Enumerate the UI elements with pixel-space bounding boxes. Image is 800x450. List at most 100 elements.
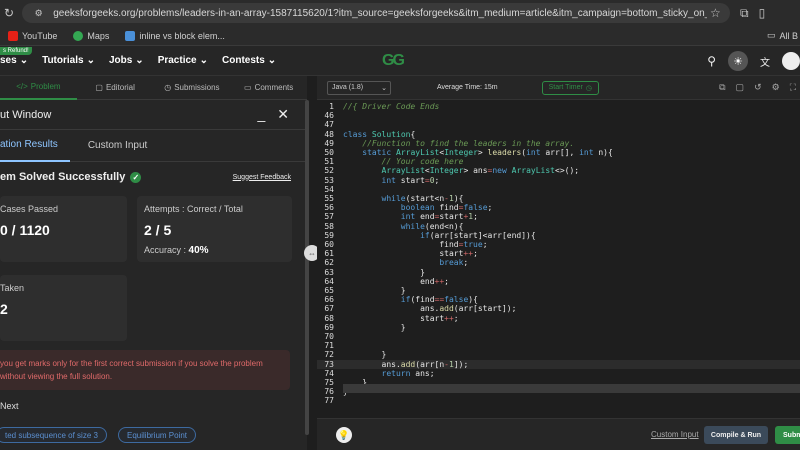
line-number: 53 (324, 175, 334, 185)
code-line[interactable]: 74 return ans; (317, 369, 800, 378)
code-line[interactable]: 68 start++; (317, 314, 800, 323)
search-icon[interactable]: ⚲ (707, 54, 716, 68)
code-line[interactable]: 63 } (317, 268, 800, 277)
code-text: int end=start+1; (400, 212, 478, 222)
code-line[interactable]: 77 (317, 396, 800, 405)
line-number: 48 (324, 129, 334, 139)
start-timer-button[interactable]: Start Timer ◷ (541, 80, 599, 95)
line-number: 62 (324, 258, 334, 268)
code-line[interactable]: 54 (317, 185, 800, 194)
nav-contests[interactable]: Contests ⌄ (222, 55, 276, 66)
code-line[interactable]: 59 if(arr[start]<arr[end]){ (317, 231, 800, 240)
tab-compilation-results[interactable]: ation Results (0, 130, 70, 162)
code-text: class Solution{ (343, 129, 416, 139)
code-line[interactable]: 48 class Solution{ (317, 130, 800, 139)
code-line[interactable]: 64 end++; (317, 277, 800, 286)
next-problem-chip[interactable]: ted subsequence of size 3 (0, 427, 107, 443)
minimize-icon[interactable]: _ (257, 106, 265, 123)
bookmark-label: YouTube (22, 30, 58, 41)
next-problem-chip[interactable]: Equilibrium Point (118, 427, 197, 443)
line-number: 67 (324, 304, 334, 314)
code-line[interactable]: 51 // Your code here (317, 157, 800, 166)
compile-run-button[interactable]: Compile & Run (704, 426, 768, 444)
code-line[interactable]: 69 } (317, 323, 800, 332)
all-bookmarks[interactable]: ▭ All B (767, 30, 800, 41)
fullscreen-icon[interactable]: ⛶ (790, 82, 796, 93)
code-line[interactable]: 65 } (317, 286, 800, 295)
header-actions: ⚲ ☀ 文 (707, 46, 800, 76)
suggest-feedback-link[interactable]: Suggest Feedback (233, 174, 291, 181)
reload-icon[interactable]: ↻ (0, 6, 18, 20)
language-select[interactable]: Java (1.8) ⌄ (327, 80, 391, 95)
nav-jobs[interactable]: Jobs ⌄ (109, 55, 144, 66)
line-number: 76 (324, 387, 334, 397)
refund-badge[interactable]: s Refund! (0, 47, 32, 55)
bookmark-youtube[interactable]: YouTube (8, 30, 58, 41)
custom-input-link[interactable]: Custom Input (651, 430, 699, 439)
code-line[interactable]: 56 boolean find=false; (317, 203, 800, 212)
avatar[interactable] (782, 52, 800, 70)
address-bar[interactable]: ⚙ geeksforgeeks.org/problems/leaders-in-… (22, 3, 730, 23)
nav-tutorials[interactable]: Tutorials ⌄ (42, 55, 95, 66)
nav-label: Jobs (108, 55, 133, 66)
site-info-icon[interactable]: ⚙ (30, 8, 47, 19)
bookmark-star-icon[interactable]: ☆ (707, 6, 724, 20)
code-line[interactable]: 66 if(find==false){ (317, 295, 800, 304)
code-line[interactable]: 62 break; (317, 258, 800, 267)
submit-button[interactable]: Subm (775, 426, 800, 444)
nav-practice[interactable]: Practice ⌄ (158, 55, 208, 66)
bookmarks-bar: YouTube Maps inline vs block elem... ▭ A… (0, 26, 800, 46)
code-line[interactable]: 57 int end=start+1; (317, 212, 800, 221)
code-line[interactable]: 58 while(end<n){ (317, 222, 800, 231)
line-number: 1 (329, 102, 334, 111)
document-icon: ▢ (95, 83, 103, 92)
sidebar-icon[interactable]: ▯ (759, 6, 766, 21)
lightbulb-icon[interactable]: 💡 (336, 427, 352, 443)
bookmark-inline-block[interactable]: inline vs block elem... (125, 30, 225, 41)
code-line[interactable]: 73 ans.add(arr[n-1]); (317, 359, 800, 369)
next-label: Next (0, 401, 19, 411)
tab-submissions[interactable]: ◷ Submissions (154, 76, 231, 100)
line-number: 59 (324, 230, 334, 240)
tab-comments[interactable]: ▭ Comments (230, 76, 307, 100)
code-line[interactable]: 70 (317, 332, 800, 341)
code-text: start++; (343, 313, 459, 323)
tab-problem[interactable]: </> Problem (0, 76, 77, 100)
close-icon[interactable]: ✕ (277, 106, 289, 123)
code-line[interactable]: 61 start++; (317, 249, 800, 258)
tab-custom-input[interactable]: Custom Input (76, 130, 159, 162)
code-line[interactable]: 71 (317, 341, 800, 350)
code-line[interactable]: 1 //{ Driver Code Ends (317, 102, 800, 111)
gfg-logo[interactable]: GG (382, 52, 405, 70)
code-line[interactable]: 49 //Function to find the leaders in the… (317, 139, 800, 148)
code-text: ans.add(arr[start]); (343, 304, 517, 314)
code-line[interactable]: 72 } (317, 350, 800, 359)
bookmark-maps[interactable]: Maps (73, 30, 109, 41)
settings-icon[interactable]: ⚙ (772, 82, 780, 93)
translate-icon[interactable]: 文 (760, 54, 770, 69)
code-line[interactable]: 46 (317, 111, 800, 120)
copy-icon[interactable]: ⧉ (719, 82, 725, 93)
code-line[interactable]: 47 (317, 120, 800, 129)
extensions-icon[interactable]: ⧉ (740, 6, 749, 21)
code-line[interactable]: 50 static ArrayList<Integer> leaders(int… (317, 148, 800, 157)
solved-status: em Solved Successfully ✓ (0, 171, 142, 183)
theme-toggle-icon[interactable]: ☀ (728, 51, 748, 71)
code-line[interactable]: 55 while(start<n-1){ (317, 194, 800, 203)
reset-icon[interactable]: ↺ (754, 82, 762, 93)
code-line[interactable]: 53 int start=0; (317, 176, 800, 185)
code-line[interactable]: 60 find=true; (317, 240, 800, 249)
bookmark-label: inline vs block elem... (139, 30, 225, 41)
nav-courses[interactable]: ses ⌄ (0, 55, 28, 66)
code-text: ArrayList<Integer> ans=new ArrayList<>()… (381, 166, 580, 176)
code-line[interactable]: 52 ArrayList<Integer> ans=new ArrayList<… (317, 166, 800, 175)
code-editor[interactable]: 1 //{ Driver Code Ends 46 47 48 class Solutio… (317, 100, 800, 418)
code-text: // Your code here (381, 157, 464, 167)
line-number: 52 (324, 166, 334, 176)
tab-editorial[interactable]: ▢ Editorial (77, 76, 154, 100)
duplicate-icon[interactable]: ▢ (736, 82, 745, 93)
left-scrollbar[interactable] (305, 100, 309, 435)
code-line[interactable]: 67 ans.add(arr[start]); (317, 304, 800, 313)
accuracy-value: 40% (188, 245, 209, 256)
code-text: static ArrayList<Integer> leaders(int ar… (362, 148, 613, 157)
